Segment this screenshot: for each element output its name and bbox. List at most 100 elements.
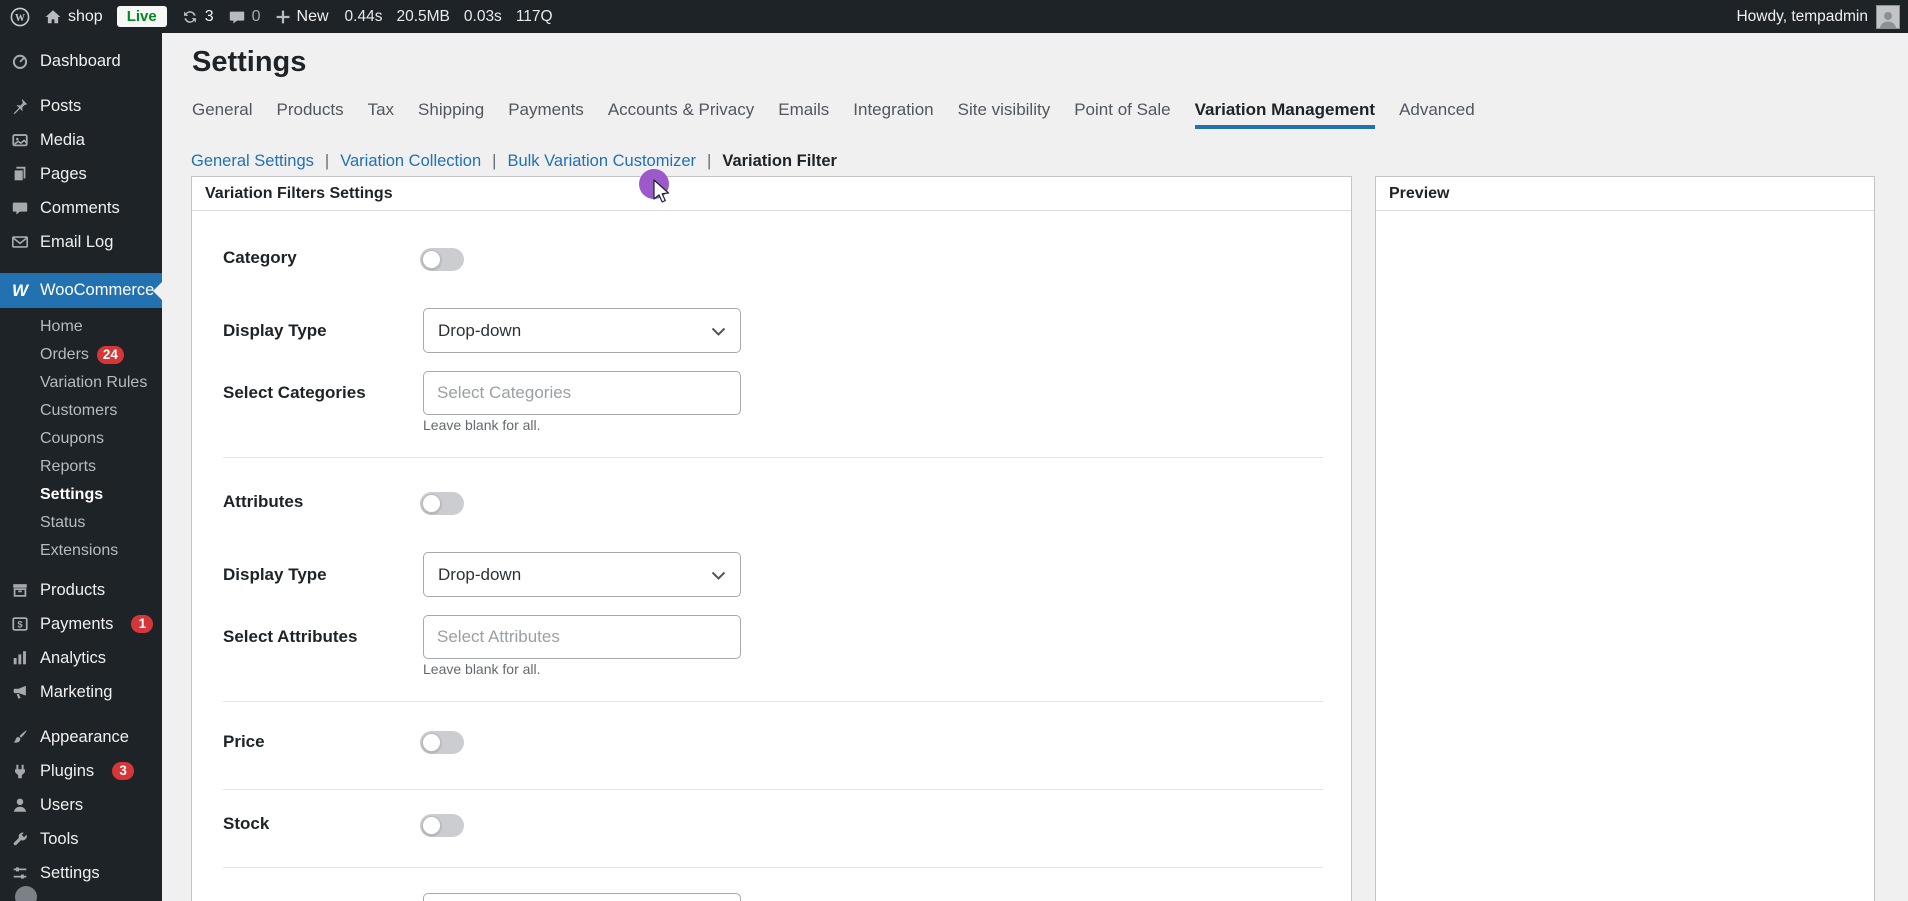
- sidebar-item-pages[interactable]: Pages: [0, 157, 162, 191]
- sidebar-item-label: WooCommerce: [40, 281, 155, 299]
- price-toggle[interactable]: [420, 731, 464, 754]
- submenu-item-extensions[interactable]: Extensions: [0, 537, 162, 565]
- sidebar-item-users[interactable]: Users: [0, 788, 162, 822]
- plus-icon: [275, 9, 291, 25]
- site-menu[interactable]: shop: [44, 8, 103, 26]
- wp-logo[interactable]: W: [10, 7, 30, 27]
- submenu-item-coupons[interactable]: Coupons: [0, 425, 162, 453]
- payments-dollar-icon: $: [10, 614, 30, 634]
- update-count: 3: [204, 7, 214, 25]
- sidebar-item-settings[interactable]: Settings: [0, 856, 162, 890]
- submenu-item-status[interactable]: Status: [0, 509, 162, 537]
- section-divider: [223, 867, 1323, 868]
- subnav-separator: |: [324, 152, 330, 170]
- account-menu[interactable]: Howdy, tempadmin: [1736, 4, 1900, 29]
- pushpin-icon: [10, 96, 30, 116]
- tab-shipping[interactable]: Shipping: [418, 100, 484, 129]
- attributes-toggle[interactable]: [420, 492, 464, 515]
- variation-filters-settings-panel: Variation Filters Settings Category Disp…: [191, 176, 1352, 901]
- sidebar-item-products[interactable]: Products: [0, 573, 162, 607]
- pages-icon: [10, 164, 30, 184]
- site-name: shop: [68, 7, 103, 25]
- subnav-bulk-variation-customizer[interactable]: Bulk Variation Customizer: [507, 152, 696, 171]
- woocommerce-logo-icon: W: [11, 280, 29, 300]
- subnav-separator: |: [707, 152, 712, 170]
- sidebar-item-label: Plugins: [40, 761, 95, 780]
- submenu-item-reports[interactable]: Reports: [0, 453, 162, 481]
- tab-products[interactable]: Products: [276, 100, 343, 129]
- sidebar-item-tools[interactable]: Tools: [0, 822, 162, 856]
- avatar: [1876, 4, 1900, 29]
- tab-tax[interactable]: Tax: [368, 100, 394, 129]
- sidebar-item-label: Pages: [40, 164, 87, 183]
- price-label: Price: [223, 732, 265, 751]
- home-icon: [44, 8, 62, 26]
- submenu-item-customers[interactable]: Customers: [0, 397, 162, 425]
- sidebar-item-payments[interactable]: $ Payments 1: [0, 607, 162, 641]
- subnav-general-settings[interactable]: General Settings: [191, 152, 314, 171]
- submenu-item-variation-rules[interactable]: Variation Rules: [0, 369, 162, 397]
- tab-point-of-sale[interactable]: Point of Sale: [1074, 100, 1170, 129]
- partial-menu-icon[interactable]: [15, 886, 37, 901]
- partial-bottom-field[interactable]: [423, 893, 741, 901]
- performance-stats[interactable]: 0.44s 20.5MB 0.03s 117Q: [345, 8, 553, 26]
- sidebar-item-plugins[interactable]: Plugins 3: [0, 754, 162, 788]
- sidebar-item-media[interactable]: Media: [0, 123, 162, 157]
- tab-integration[interactable]: Integration: [853, 100, 933, 129]
- select-categories-input[interactable]: [423, 371, 741, 415]
- updates-menu[interactable]: 3: [181, 8, 214, 26]
- current-menu-arrow: [153, 281, 162, 300]
- new-content-menu[interactable]: New: [275, 8, 329, 26]
- page-title: Settings: [192, 46, 307, 78]
- update-icon: [181, 8, 199, 26]
- toggle-knob: [422, 816, 441, 835]
- chevron-down-icon: [711, 565, 726, 585]
- sidebar-item-label: Products: [40, 580, 106, 599]
- sidebar-item-woocommerce[interactable]: W WooCommerce: [0, 273, 162, 308]
- comment-count: 0: [251, 7, 261, 25]
- tab-general[interactable]: General: [192, 100, 252, 129]
- select-attributes-label: Select Attributes: [223, 627, 358, 646]
- payments-count-badge: 1: [131, 615, 154, 633]
- sidebar-item-analytics[interactable]: Analytics: [0, 641, 162, 675]
- sidebar-item-appearance[interactable]: Appearance: [0, 720, 162, 754]
- sidebar-item-posts[interactable]: Posts: [0, 89, 162, 123]
- plugins-count-badge: 3: [112, 762, 135, 780]
- sidebar-item-comments[interactable]: Comments: [0, 191, 162, 225]
- sidebar-item-label: Tools: [40, 829, 79, 848]
- admin-sidebar: Dashboard Posts Media Pages Comments Ema…: [0, 33, 162, 901]
- tab-accounts-privacy[interactable]: Accounts & Privacy: [608, 100, 754, 129]
- select-categories-label: Select Categories: [223, 383, 366, 402]
- woocommerce-submenu: Home Orders 24 Variation Rules Customers …: [0, 308, 162, 573]
- attributes-display-type-select[interactable]: Drop-down: [423, 552, 741, 597]
- toggle-knob: [422, 250, 441, 269]
- sidebar-item-label: Settings: [40, 863, 100, 882]
- submenu-item-home[interactable]: Home: [0, 313, 162, 341]
- sidebar-item-email-log[interactable]: Email Log: [0, 225, 162, 259]
- select-attributes-input[interactable]: [423, 615, 741, 659]
- category-display-type-select[interactable]: Drop-down: [423, 308, 741, 353]
- sidebar-item-marketing[interactable]: Marketing: [0, 675, 162, 709]
- variation-management-subnav: General Settings | Variation Collection …: [191, 152, 837, 171]
- sidebar-item-label: Media: [40, 130, 85, 149]
- sidebar-item-label: Users: [40, 795, 84, 814]
- submenu-item-settings[interactable]: Settings: [0, 481, 162, 509]
- stock-toggle[interactable]: [420, 814, 464, 837]
- live-badge[interactable]: Live: [116, 6, 167, 27]
- tab-site-visibility[interactable]: Site visibility: [958, 100, 1051, 129]
- subnav-variation-collection[interactable]: Variation Collection: [340, 152, 481, 171]
- subnav-variation-filter-current[interactable]: Variation Filter: [722, 152, 837, 171]
- submenu-item-orders[interactable]: Orders 24: [0, 341, 162, 369]
- tab-variation-management[interactable]: Variation Management: [1194, 100, 1376, 129]
- tab-advanced[interactable]: Advanced: [1399, 100, 1475, 129]
- category-toggle[interactable]: [420, 248, 464, 271]
- comments-menu[interactable]: 0: [228, 8, 261, 26]
- user-icon: [10, 795, 30, 815]
- sidebar-item-label: Comments: [40, 198, 120, 217]
- attributes-display-type-label: Display Type: [223, 565, 327, 584]
- sidebar-item-dashboard[interactable]: Dashboard: [0, 44, 162, 78]
- tab-emails[interactable]: Emails: [778, 100, 829, 129]
- paintbrush-icon: [10, 727, 30, 747]
- tab-payments[interactable]: Payments: [508, 100, 584, 129]
- settings-panel-header: Variation Filters Settings: [192, 177, 1351, 211]
